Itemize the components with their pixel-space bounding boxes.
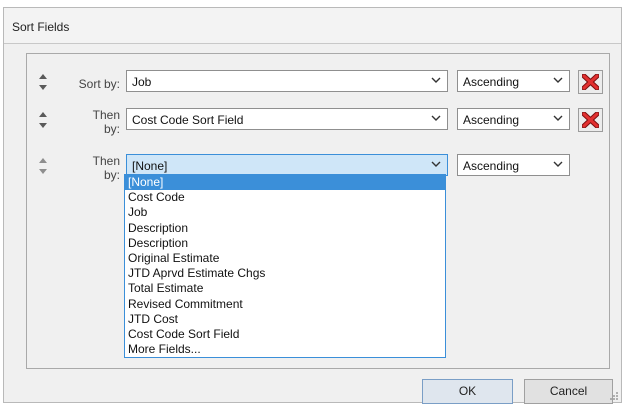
sort-order-select-2[interactable]: Ascending (457, 108, 570, 130)
then-label: Then (92, 108, 120, 122)
by-label: by: (103, 168, 120, 182)
chevron-down-icon (553, 75, 563, 85)
reorder-handle-icon[interactable] (37, 110, 51, 134)
sort-field-value: [None] (132, 159, 168, 173)
dropdown-option[interactable]: JTD Cost (125, 312, 445, 327)
sort-field-value: Job (132, 75, 152, 89)
dropdown-option[interactable]: Total Estimate (125, 281, 445, 296)
reorder-handle-icon[interactable] (37, 72, 51, 96)
dropdown-option[interactable]: Job (125, 205, 445, 220)
delete-x-icon (582, 74, 599, 90)
chevron-down-icon (431, 75, 441, 85)
dropdown-option[interactable]: Description (125, 221, 445, 236)
sort-order-select-3[interactable]: Ascending (457, 154, 570, 176)
then-by-label: Then by: (93, 108, 120, 136)
sort-row-2: Then by: Cost Code Sort Field Ascending (27, 108, 609, 138)
dropdown-option[interactable]: More Fields... (125, 342, 445, 357)
dropdown-option[interactable]: Cost Code Sort Field (125, 327, 445, 342)
ok-button[interactable]: OK (422, 379, 513, 404)
sort-field-select-2[interactable]: Cost Code Sort Field (126, 108, 448, 130)
chevron-down-icon (431, 113, 441, 123)
dropdown-option[interactable]: [None] (125, 175, 445, 191)
sort-field-value: Cost Code Sort Field (132, 113, 244, 127)
delete-x-icon (582, 112, 599, 128)
sort-field-select-1[interactable]: Job (126, 70, 448, 92)
dialog-title: Sort Fields (12, 20, 70, 34)
dropdown-option[interactable]: JTD Aprvd Estimate Chgs (125, 266, 445, 281)
sort-order-value: Ascending (463, 159, 520, 173)
dialog-titlebar: Sort Fields (4, 8, 621, 44)
by-label: by: (103, 122, 120, 136)
chevron-down-icon (431, 159, 441, 169)
sort-order-value: Ascending (463, 75, 520, 89)
reorder-handle-icon[interactable] (37, 156, 51, 180)
cancel-button[interactable]: Cancel (524, 379, 613, 404)
sort-field-dropdown-list[interactable]: [None] Cost Code Job Description Description… (124, 174, 446, 358)
sort-field-select-3[interactable]: [None] (126, 154, 448, 176)
dropdown-option[interactable]: Original Estimate (125, 251, 445, 266)
dropdown-option[interactable]: Description (125, 236, 445, 251)
sort-row-1: Sort by: Job Ascending (27, 70, 609, 100)
sort-by-label: Sort by: (78, 77, 120, 91)
dropdown-option[interactable]: Revised Commitment (125, 297, 445, 312)
then-by-label: Then by: (93, 154, 120, 182)
chevron-down-icon (553, 113, 563, 123)
delete-sort-button-2[interactable] (578, 108, 603, 132)
then-label: Then (92, 154, 120, 168)
resize-grip-icon[interactable] (609, 390, 619, 400)
sort-order-select-1[interactable]: Ascending (457, 70, 570, 92)
sort-order-value: Ascending (463, 113, 520, 127)
chevron-down-icon (553, 159, 563, 169)
delete-sort-button-1[interactable] (578, 70, 603, 94)
dropdown-option[interactable]: Cost Code (125, 190, 445, 205)
